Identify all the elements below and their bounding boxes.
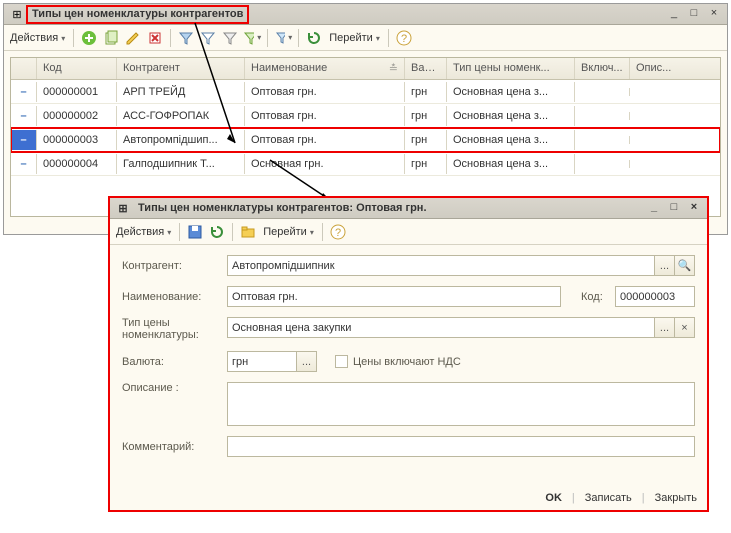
table-row-selected[interactable]: – 000000003 Автопромпідшип... Оптовая гр… — [11, 128, 720, 152]
refresh-icon[interactable] — [305, 29, 323, 47]
add-icon[interactable] — [80, 29, 98, 47]
comment-field[interactable] — [227, 436, 695, 457]
copy-icon[interactable] — [102, 29, 120, 47]
vat-checkbox[interactable]: Цены включают НДС — [335, 355, 461, 368]
table-row[interactable]: – 000000004 Галподшипник Т... Основная г… — [11, 152, 720, 176]
minimize-button[interactable]: _ — [665, 6, 683, 22]
label-comment: Комментарий: — [122, 441, 227, 453]
goto-menu[interactable]: Перейти — [327, 30, 382, 46]
maximize-button[interactable]: □ — [685, 6, 703, 22]
maximize-button[interactable]: □ — [665, 200, 683, 216]
lookup-button[interactable]: 🔍 — [675, 255, 695, 276]
row-marker-icon: – — [11, 82, 37, 102]
row-marker-icon: – — [11, 106, 37, 126]
svg-text:?: ? — [335, 227, 341, 239]
toolbar-separator — [232, 223, 233, 241]
list-toolbar: Действия Перейти ? — [4, 25, 727, 51]
detail-toolbar: Действия Перейти ? — [110, 219, 707, 245]
desc-field[interactable] — [227, 382, 695, 426]
table-row[interactable]: – 000000001 АРП ТРЕЙД Оптовая грн. грн О… — [11, 80, 720, 104]
col-desc[interactable]: Опис... — [630, 58, 685, 79]
checkbox-icon — [335, 355, 348, 368]
list-window-titlebar[interactable]: ⊞ Типы цен номенклатуры контрагентов _ □… — [4, 4, 727, 25]
price-types-grid[interactable]: Код Контрагент Наименование≛ Вал... Тип … — [10, 57, 721, 217]
clear-button[interactable]: × — [675, 317, 695, 338]
help-icon[interactable]: ? — [329, 223, 347, 241]
col-name[interactable]: Наименование≛ — [245, 58, 405, 79]
grid-body: – 000000001 АРП ТРЕЙД Оптовая грн. грн О… — [11, 80, 720, 176]
folder-icon[interactable] — [239, 223, 257, 241]
label-currency: Валюта: — [122, 356, 227, 368]
currency-field[interactable]: грн — [227, 351, 297, 372]
help-icon[interactable]: ? — [395, 29, 413, 47]
detail-window-title: Типы цен номенклатуры контрагентов: Опто… — [138, 202, 427, 214]
grid-icon: ⊞ — [8, 5, 26, 23]
save-icon[interactable] — [186, 223, 204, 241]
toolbar-separator — [73, 29, 74, 47]
refresh-icon[interactable] — [208, 223, 226, 241]
close-button[interactable]: Закрыть — [655, 492, 697, 504]
ok-button[interactable]: OK — [545, 492, 562, 504]
label-code: Код: — [581, 291, 615, 303]
counterparty-field[interactable]: Автопромпідшипник — [227, 255, 655, 276]
grid-header: Код Контрагент Наименование≛ Вал... Тип … — [11, 58, 720, 80]
col-code[interactable]: Код — [37, 58, 117, 79]
actions-menu[interactable]: Действия — [8, 30, 67, 46]
code-field[interactable]: 000000003 — [615, 286, 695, 307]
close-button[interactable]: × — [705, 6, 723, 22]
name-field[interactable]: Оптовая грн. — [227, 286, 561, 307]
detail-window-titlebar[interactable]: ⊞ Типы цен номенклатуры контрагентов: Оп… — [110, 198, 707, 219]
svg-text:?: ? — [401, 33, 407, 45]
toolbar-separator — [298, 29, 299, 47]
table-row[interactable]: – 000000002 АСС-ГОФРОПАК Оптовая грн. гр… — [11, 104, 720, 128]
arrow-annotation — [140, 18, 260, 158]
toolbar-separator — [322, 223, 323, 241]
select-button[interactable]: ... — [655, 317, 675, 338]
label-desc: Описание : — [122, 382, 227, 394]
select-button[interactable]: ... — [655, 255, 675, 276]
actions-menu[interactable]: Действия — [114, 224, 173, 240]
col-currency[interactable]: Вал... — [405, 58, 447, 79]
sort-icon: ≛ — [389, 62, 398, 75]
toolbar-separator — [179, 223, 180, 241]
close-button[interactable]: × — [685, 200, 703, 216]
toolbar-separator — [267, 29, 268, 47]
row-marker-icon: – — [11, 130, 37, 150]
col-incl[interactable]: Включ... — [575, 58, 630, 79]
toolbar-separator — [388, 29, 389, 47]
col-marker[interactable] — [11, 58, 37, 79]
row-marker-icon: – — [11, 154, 37, 174]
minimize-button[interactable]: _ — [645, 200, 663, 216]
detail-footer: OK | Записать | Закрыть — [545, 492, 697, 504]
pricetype-field[interactable]: Основная цена закупки — [227, 317, 655, 338]
col-pricetype[interactable]: Тип цены номенк... — [447, 58, 575, 79]
label-name: Наименование: — [122, 291, 227, 303]
grid-icon: ⊞ — [114, 199, 132, 217]
select-button[interactable]: ... — [297, 351, 317, 372]
funnel-icon[interactable] — [274, 29, 292, 47]
label-pricetype: Тип цены номенклатуры: — [122, 317, 227, 341]
goto-menu[interactable]: Перейти — [261, 224, 316, 240]
label-counterparty: Контрагент: — [122, 260, 227, 272]
save-button[interactable]: Записать — [585, 492, 632, 504]
detail-window: ⊞ Типы цен номенклатуры контрагентов: Оп… — [108, 196, 709, 512]
detail-form: Контрагент: Автопромпідшипник ... 🔍 Наим… — [110, 245, 707, 471]
